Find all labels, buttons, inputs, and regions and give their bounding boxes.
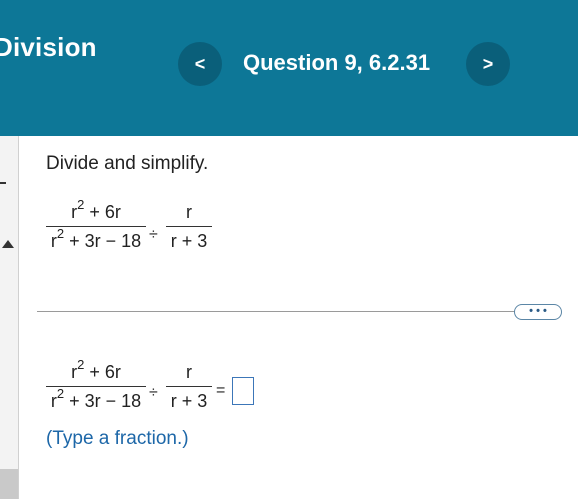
answer-fraction-2: r r + 3 — [166, 360, 212, 413]
fraction-bar — [166, 226, 212, 227]
equals-sign: = — [216, 382, 226, 399]
answer-hint: (Type a fraction.) — [46, 428, 189, 449]
answer-fraction-2-denominator: r + 3 — [170, 391, 208, 411]
next-question-button[interactable]: > — [466, 42, 510, 86]
fraction-2-numerator: r — [186, 202, 192, 222]
chevron-right-icon: > — [482, 53, 494, 74]
page-title: Division — [0, 32, 97, 62]
previous-question-button[interactable]: < — [178, 42, 222, 86]
divide-operator: ÷ — [149, 384, 158, 401]
fraction-1: r2 + 6r r2 + 3r − 18 — [46, 197, 146, 253]
fraction-2: r r + 3 — [166, 200, 212, 253]
fraction-bar — [166, 386, 212, 387]
question-label: Question 9, 6.2.31 — [243, 50, 431, 75]
fraction-1-numerator: r2 + 6r — [71, 197, 121, 222]
answer-fraction-2-numerator: r — [186, 362, 192, 382]
chevron-left-icon: < — [194, 53, 206, 74]
scrollbar-thumb[interactable] — [0, 469, 18, 499]
scroll-up-icon[interactable] — [2, 240, 14, 248]
answer-fraction-1-denominator: r2 + 3r − 18 — [50, 386, 142, 411]
answer-fraction-1-numerator: r2 + 6r — [71, 357, 121, 382]
answer-fraction-1: r2 + 6r r2 + 3r − 18 — [46, 357, 146, 413]
instruction-text: Divide and simplify. — [46, 153, 209, 174]
collapse-icon — [0, 182, 6, 184]
fraction-2-denominator: r + 3 — [170, 231, 208, 251]
header-bar: Division < Question 9, 6.2.31 > — [0, 0, 578, 136]
left-scroll-panel[interactable] — [0, 136, 19, 499]
fraction-1-denominator: r2 + 3r − 18 — [50, 226, 142, 251]
more-options-button[interactable]: • • • — [514, 304, 562, 320]
section-divider — [37, 311, 518, 312]
divide-operator: ÷ — [149, 226, 158, 243]
answer-input[interactable] — [232, 377, 254, 405]
